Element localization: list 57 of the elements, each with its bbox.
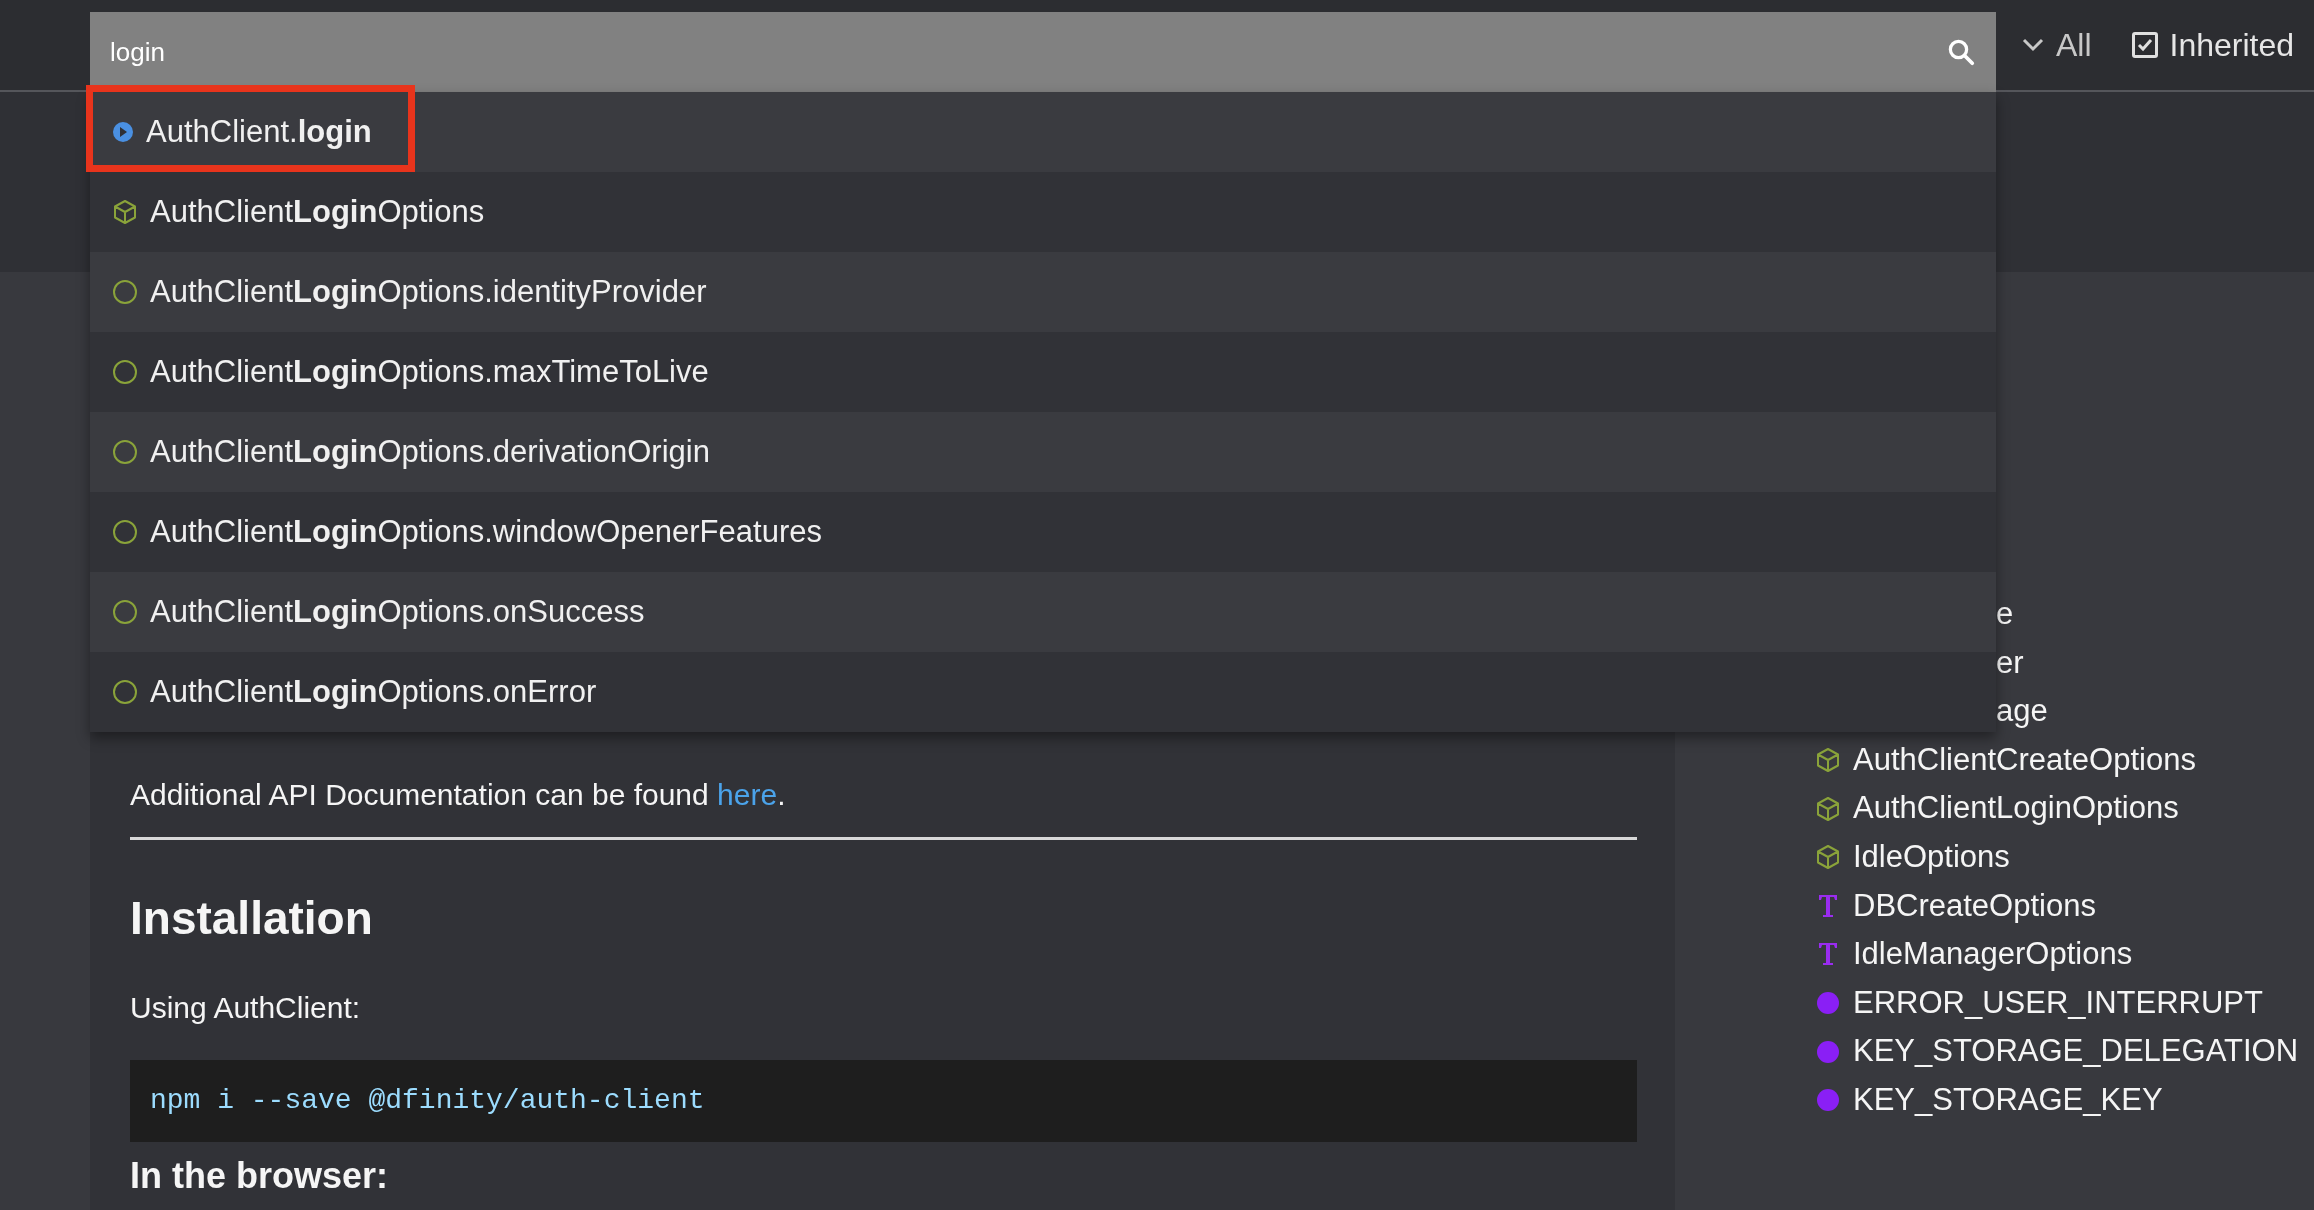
search-result[interactable]: AuthClientLoginOptions.windowOpenerFeatures bbox=[90, 492, 1996, 572]
sidebar-item[interactable]: IdleManagerOptions bbox=[1853, 931, 2133, 978]
circle-icon bbox=[112, 599, 138, 625]
result-label: AuthClientLoginOptions.windowOpenerFeatures bbox=[150, 512, 822, 551]
visibility-filter[interactable]: All bbox=[2056, 21, 2092, 69]
sidebar-item[interactable]: AuthClientCreateOptions bbox=[1853, 736, 2196, 784]
inherited-label[interactable]: Inherited bbox=[2169, 21, 2295, 69]
cube-icon bbox=[1815, 795, 1841, 822]
checkmark-icon bbox=[2135, 36, 2154, 54]
checkbox[interactable] bbox=[2131, 32, 2158, 58]
circle-icon bbox=[112, 359, 138, 385]
search-result[interactable]: AuthClientLoginOptions.identityProvider bbox=[90, 252, 1996, 332]
sidebar-item[interactable]: KEY_STORAGE_DELEGATION bbox=[1853, 1028, 2299, 1075]
search-result[interactable]: AuthClientLoginOptions.maxTimeToLive bbox=[90, 332, 1996, 412]
sidebar-item[interactable]: age bbox=[1996, 688, 2048, 735]
result-label: AuthClientLoginOptions.onError bbox=[150, 672, 597, 711]
sidebar-item[interactable]: e bbox=[1996, 591, 2014, 638]
result-label: AuthClientLoginOptions.onSuccess bbox=[150, 592, 645, 631]
result-label: AuthClientLoginOptions.maxTimeToLive bbox=[150, 352, 709, 391]
search-result[interactable]: AuthClientLoginOptions bbox=[90, 172, 1996, 252]
result-label: AuthClient.login bbox=[146, 112, 372, 151]
t-icon bbox=[1817, 892, 1839, 919]
here-link[interactable]: here bbox=[717, 778, 778, 811]
search-result[interactable]: AuthClientLoginOptions.onSuccess bbox=[90, 572, 1996, 652]
search-icon[interactable] bbox=[1946, 37, 1976, 67]
dot-icon bbox=[1816, 1039, 1840, 1064]
dot-icon bbox=[1816, 991, 1840, 1016]
result-label: AuthClientLoginOptions.identityProvider bbox=[150, 272, 707, 311]
t-icon bbox=[1817, 941, 1839, 968]
search-result[interactable]: AuthClientLoginOptions.derivationOrigin bbox=[90, 412, 1996, 492]
cube-icon bbox=[1815, 844, 1841, 871]
sidebar-item[interactable]: er bbox=[1996, 639, 2024, 687]
section-heading: Installation bbox=[130, 891, 374, 946]
cube-icon bbox=[112, 199, 138, 225]
circle-icon bbox=[112, 439, 138, 465]
sidebar-item[interactable]: AuthClientLoginOptions bbox=[1853, 785, 2179, 832]
circle-icon bbox=[112, 519, 138, 545]
sidebar-item[interactable]: IdleOptions bbox=[1853, 834, 2010, 881]
section-heading: In the browser: bbox=[130, 1156, 390, 1196]
cube-icon bbox=[1815, 747, 1841, 774]
search-input[interactable]: login bbox=[110, 32, 1946, 72]
search-result[interactable]: AuthClientLoginOptions.onError bbox=[90, 652, 1996, 732]
search-field[interactable]: login bbox=[90, 12, 1996, 92]
code-text: npm i --save @dfinity/auth-client bbox=[150, 1084, 705, 1118]
circle-icon bbox=[112, 279, 138, 305]
method-icon bbox=[112, 121, 134, 143]
chevron-down-icon bbox=[2022, 38, 2044, 52]
sidebar-item[interactable]: KEY_STORAGE_KEY bbox=[1853, 1077, 2163, 1124]
paragraph: Using AuthClient: bbox=[130, 990, 362, 1026]
search-result[interactable]: AuthClient.login bbox=[90, 92, 1996, 172]
sidebar-item[interactable]: ERROR_USER_INTERRUPT bbox=[1853, 979, 2263, 1027]
circle-icon bbox=[112, 679, 138, 705]
result-label: AuthClientLoginOptions bbox=[150, 192, 485, 231]
result-label: AuthClientLoginOptions.derivationOrigin bbox=[150, 432, 710, 471]
paragraph: Additional API Documentation can be found here. bbox=[130, 777, 787, 813]
sidebar-item[interactable]: DBCreateOptions bbox=[1853, 882, 2096, 930]
dot-icon bbox=[1816, 1088, 1840, 1113]
